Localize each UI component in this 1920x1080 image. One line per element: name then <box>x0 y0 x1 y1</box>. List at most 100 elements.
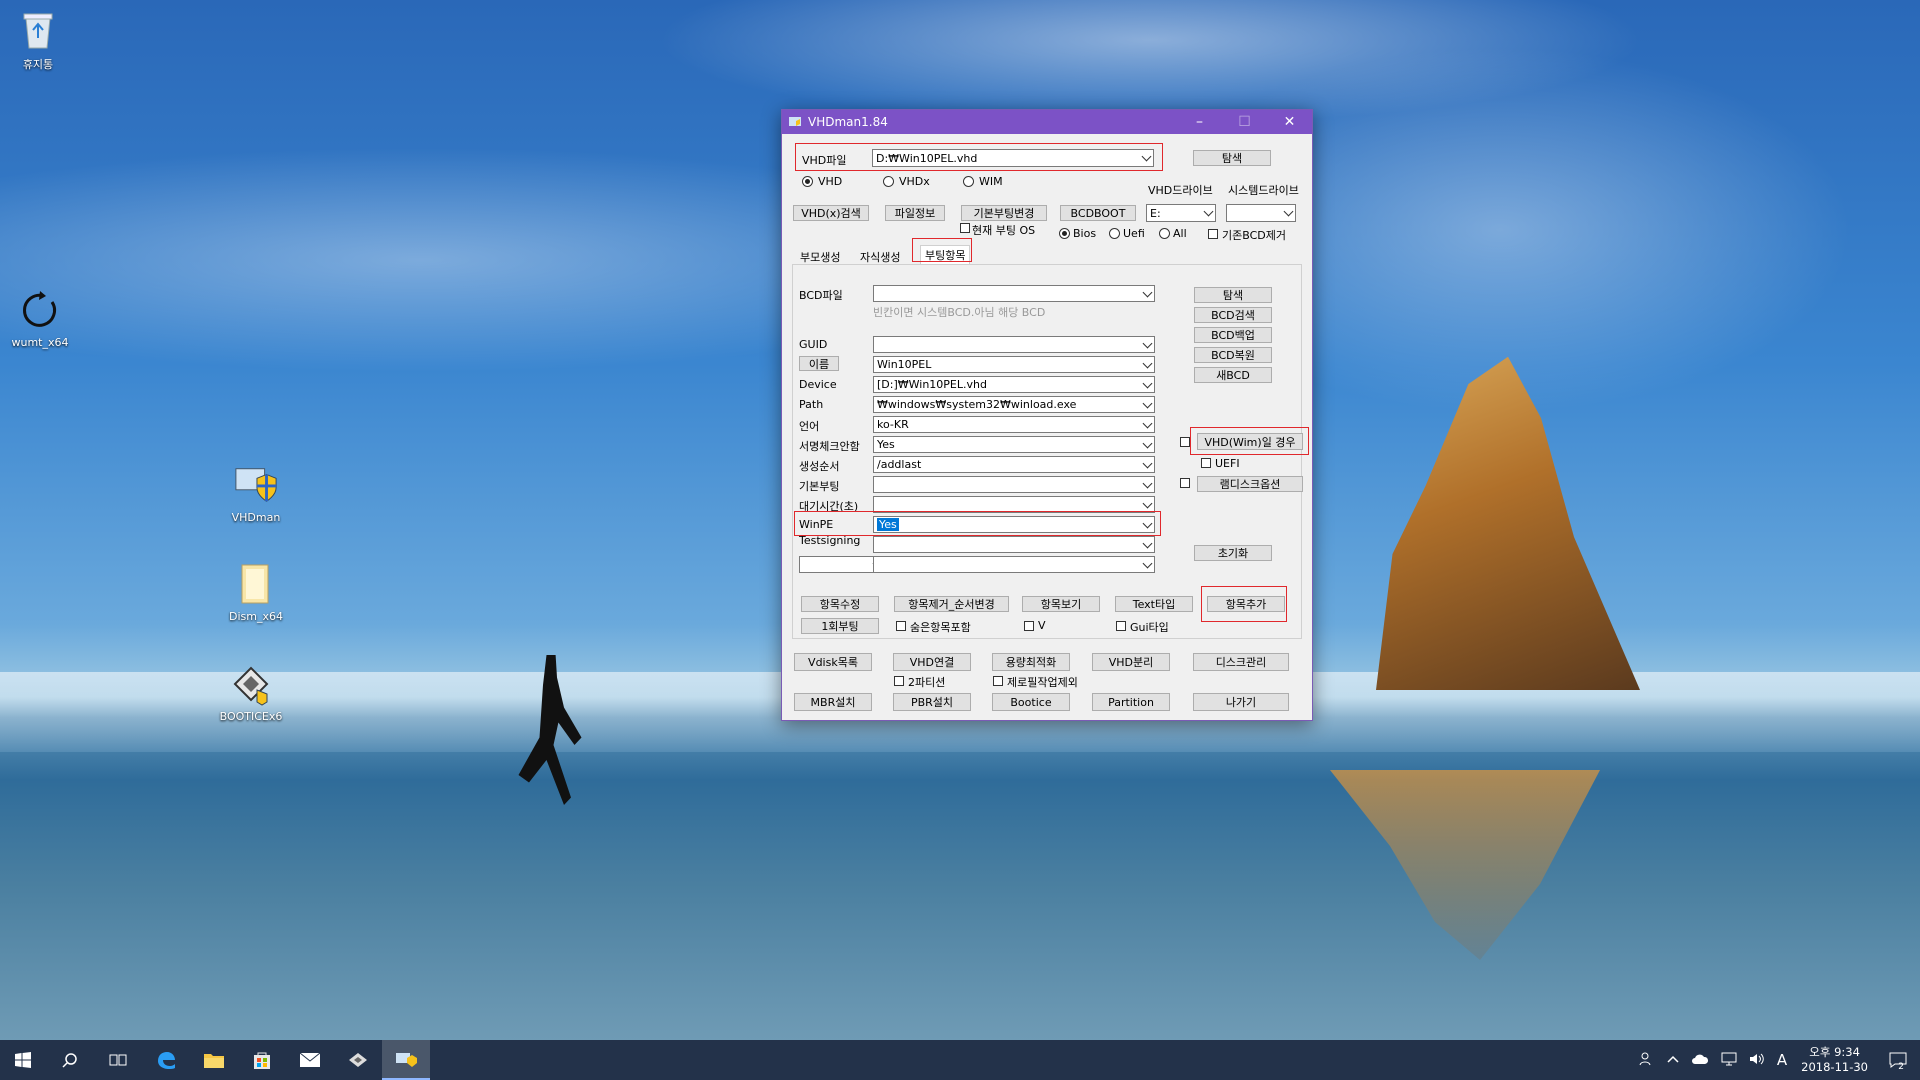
bcdboot-button[interactable]: BCDBOOT <box>1060 205 1136 221</box>
optimize-size-button[interactable]: 용량최적화 <box>992 653 1070 671</box>
bcd-browse-button[interactable]: 탐색 <box>1194 287 1272 303</box>
tab-boot-items[interactable]: 부팅항목 <box>920 245 971 264</box>
desktop-icon-wumt[interactable]: wumt_x64 <box>0 288 80 349</box>
title-bar[interactable]: VHDman1.84 – ☐ ✕ <box>782 110 1312 134</box>
create-order-combo[interactable]: /addlast <box>873 456 1155 473</box>
add-item-button[interactable]: 항목추가 <box>1207 596 1285 612</box>
remove-reorder-item-button[interactable]: 항목제거_순서변경 <box>894 596 1009 612</box>
network-icon[interactable] <box>1721 1052 1737 1069</box>
vhd-detach-button[interactable]: VHD분리 <box>1092 653 1170 671</box>
partition2-checkbox[interactable] <box>894 676 904 686</box>
tab-child-create[interactable]: 자식생성 <box>860 249 900 265</box>
name-combo[interactable]: Win10PEL <box>873 356 1155 373</box>
gui-type-checkbox[interactable] <box>1116 621 1126 631</box>
vhd-drive-combo[interactable]: E: <box>1146 204 1216 222</box>
chevron-down-icon <box>1142 458 1153 468</box>
vhd-attach-button[interactable]: VHD연결 <box>893 653 971 671</box>
bcd-backup-button[interactable]: BCD백업 <box>1194 327 1272 343</box>
search-icon[interactable] <box>46 1040 94 1080</box>
radio-vhd[interactable] <box>802 176 813 187</box>
view-items-button[interactable]: 항목보기 <box>1022 596 1100 612</box>
bootice-button[interactable]: Bootice <box>992 693 1070 711</box>
ramdisk-option-checkbox[interactable] <box>1180 478 1190 488</box>
include-hidden-checkbox[interactable] <box>896 621 906 631</box>
task-view-icon[interactable] <box>94 1040 142 1080</box>
guid-combo[interactable] <box>873 336 1155 353</box>
vhd-file-combo[interactable]: D:₩Win10PEL.vhd <box>872 149 1154 167</box>
clock[interactable]: 오후 9:34 2018-11-30 <box>1801 1045 1868 1075</box>
vhd-drive-value: E: <box>1150 206 1161 220</box>
radio-all[interactable] <box>1159 228 1170 239</box>
tab-parent-create[interactable]: 부모생성 <box>800 249 840 265</box>
extra-value-combo[interactable] <box>873 556 1155 573</box>
default-boot-change-button[interactable]: 기본부팅변경 <box>961 205 1047 221</box>
chevron-down-icon <box>1283 206 1294 217</box>
ime-indicator[interactable]: A <box>1777 1051 1787 1069</box>
remove-existing-bcd-label: 기존BCD제거 <box>1222 229 1286 242</box>
ramdisk-option-button[interactable]: 램디스크옵션 <box>1197 476 1303 492</box>
path-combo[interactable]: ₩windows₩system32₩winload.exe <box>873 396 1155 413</box>
maximize-icon[interactable]: ☐ <box>1222 110 1267 134</box>
chevron-down-icon <box>1142 398 1153 408</box>
no-signature-check-combo[interactable]: Yes <box>873 436 1155 453</box>
radio-bios[interactable] <box>1059 228 1070 239</box>
default-boot-combo[interactable] <box>873 476 1155 493</box>
onedrive-icon[interactable] <box>1691 1053 1709 1068</box>
text-type-button[interactable]: Text타입 <box>1115 596 1193 612</box>
mail-icon[interactable] <box>286 1040 334 1080</box>
edit-item-button[interactable]: 항목수정 <box>801 596 879 612</box>
desktop-icon-vhdman[interactable]: VHDman <box>216 463 296 524</box>
language-combo[interactable]: ko-KR <box>873 416 1155 433</box>
include-hidden-label: 숨은항목포함 <box>910 621 971 634</box>
testsigning-combo[interactable] <box>873 536 1155 553</box>
speaker-icon[interactable] <box>1749 1052 1765 1069</box>
radio-uefi[interactable] <box>1109 228 1120 239</box>
edge-browser-icon[interactable] <box>142 1040 190 1080</box>
vhdman-taskbar-icon[interactable] <box>382 1040 430 1080</box>
chevron-up-icon[interactable] <box>1667 1053 1679 1067</box>
bcd-file-combo[interactable] <box>873 285 1155 302</box>
v-checkbox[interactable] <box>1024 621 1034 631</box>
notification-center[interactable]: 2 <box>1882 1040 1914 1080</box>
browse-vhd-button[interactable]: 탐색 <box>1193 150 1271 166</box>
timeout-combo[interactable] <box>873 496 1155 513</box>
system-drive-combo[interactable] <box>1226 204 1296 222</box>
field-label-device: Device <box>799 378 837 391</box>
radio-vhdx[interactable] <box>883 176 894 187</box>
uefi-checkbox[interactable] <box>1201 458 1211 468</box>
name-button[interactable]: 이름 <box>799 356 839 371</box>
window-title: VHDman1.84 <box>808 115 888 129</box>
refresh-icon <box>18 288 62 332</box>
close-icon[interactable]: ✕ <box>1267 110 1312 134</box>
vhd-wim-button[interactable]: VHD(Wim)일 경우 <box>1197 433 1303 450</box>
desktop-icon-bootice[interactable]: BOOTICEx6 <box>211 662 291 723</box>
pbr-install-button[interactable]: PBR설치 <box>893 693 971 711</box>
people-icon[interactable] <box>1639 1051 1655 1070</box>
mbr-install-button[interactable]: MBR설치 <box>794 693 872 711</box>
remove-existing-bcd-checkbox[interactable] <box>1208 229 1218 239</box>
one-time-boot-button[interactable]: 1회부팅 <box>801 618 879 634</box>
vhdx-search-button[interactable]: VHD(x)검색 <box>793 205 869 221</box>
start-button[interactable] <box>0 1040 46 1080</box>
file-info-button[interactable]: 파일정보 <box>885 205 945 221</box>
exit-button[interactable]: 나가기 <box>1193 693 1289 711</box>
desktop-icon-dism[interactable]: Dism_x64 <box>216 562 296 623</box>
new-bcd-button[interactable]: 새BCD <box>1194 367 1272 383</box>
file-explorer-icon[interactable] <box>190 1040 238 1080</box>
desktop-icon-recycle-bin[interactable]: 휴지통 <box>0 8 78 72</box>
device-combo[interactable]: [D:]₩Win10PEL.vhd <box>873 376 1155 393</box>
minimize-icon[interactable]: – <box>1177 110 1222 134</box>
vdisk-list-button[interactable]: Vdisk목록 <box>794 653 872 671</box>
exclude-zero-fill-checkbox[interactable] <box>993 676 1003 686</box>
bcd-search-button[interactable]: BCD검색 <box>1194 307 1272 323</box>
radio-wim[interactable] <box>963 176 974 187</box>
installer-taskbar-icon[interactable] <box>334 1040 382 1080</box>
vhd-wim-checkbox[interactable] <box>1180 437 1190 447</box>
partition-button[interactable]: Partition <box>1092 693 1170 711</box>
store-icon[interactable] <box>238 1040 286 1080</box>
winpe-combo[interactable]: Yes <box>873 516 1155 533</box>
current-boot-os-checkbox[interactable] <box>960 223 970 233</box>
disk-management-button[interactable]: 디스크관리 <box>1193 653 1289 671</box>
reset-button[interactable]: 초기화 <box>1194 545 1272 561</box>
bcd-restore-button[interactable]: BCD복원 <box>1194 347 1272 363</box>
